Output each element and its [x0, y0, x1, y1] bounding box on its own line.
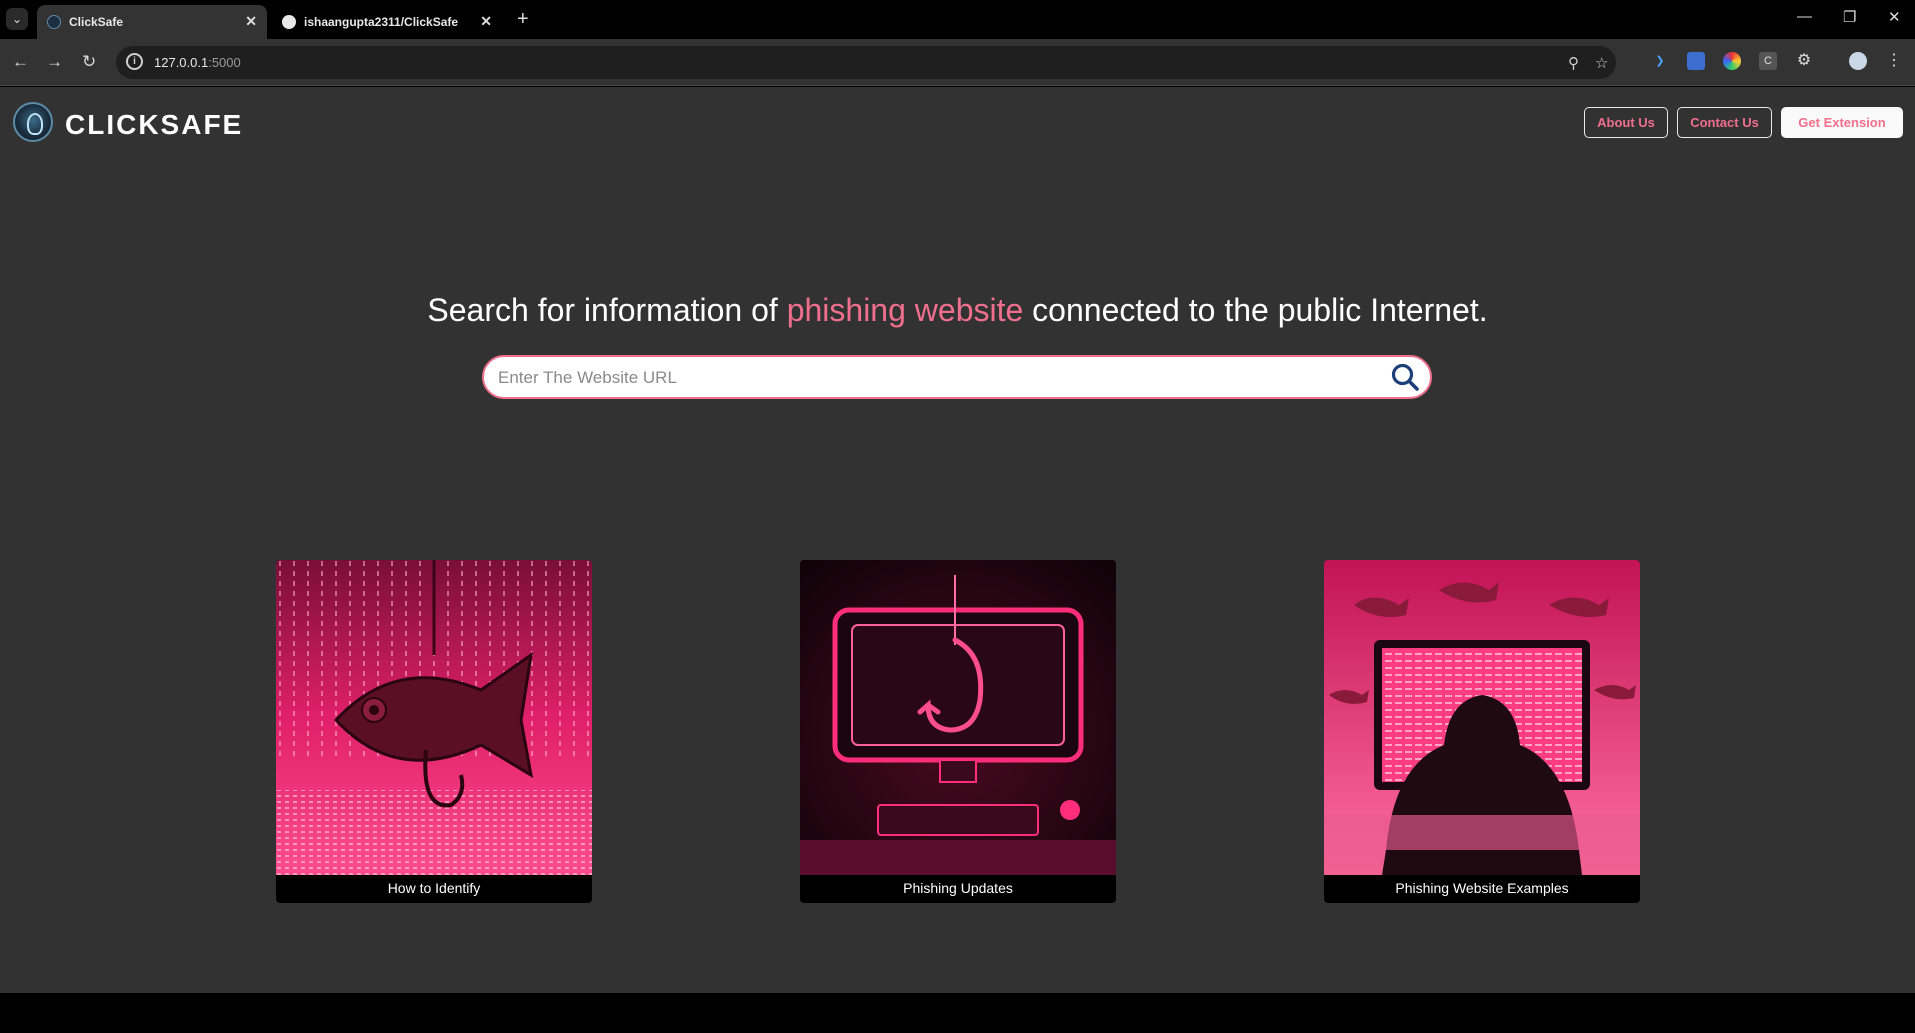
forward-icon[interactable]: →	[46, 52, 63, 72]
browser-menu-icon[interactable]: ⋮	[1885, 52, 1903, 70]
monitor-with-hook-image	[800, 560, 1116, 875]
page-body: CLICKSAFE About Us Contact Us Get Extens…	[0, 87, 1915, 993]
about-us-button[interactable]: About Us	[1584, 107, 1668, 138]
zoom-icon[interactable]: ⚲	[1568, 54, 1579, 72]
card-label[interactable]: Phishing Website Examples	[1324, 880, 1640, 896]
restore-icon[interactable]: ❐	[1843, 8, 1856, 26]
back-icon[interactable]: ←	[12, 52, 29, 72]
hero-headline: Search for information of phishing websi…	[427, 292, 1488, 328]
tab-search-button[interactable]: ⌄	[6, 8, 28, 30]
extension-wave-icon[interactable]: ❯	[1651, 52, 1669, 70]
bottom-strip	[0, 993, 1915, 1033]
clicksafe-logo[interactable]	[13, 102, 53, 142]
tab-clicksafe[interactable]: ClickSafe ✕	[37, 5, 267, 39]
card-phishing-updates[interactable]: Phishing Updates	[800, 560, 1116, 903]
extension-c-icon[interactable]: C	[1759, 52, 1777, 70]
card-label[interactable]: Phishing Updates	[800, 880, 1116, 896]
tab-title: ClickSafe	[69, 15, 124, 29]
clicksafe-favicon-icon	[47, 15, 61, 29]
profile-avatar[interactable]	[1849, 52, 1867, 70]
url-search-input[interactable]	[498, 364, 1358, 392]
address-bar[interactable]: i 127.0.0.1:5000 ⚲ ☆	[116, 46, 1616, 79]
reload-icon[interactable]: ↻	[82, 52, 96, 72]
hooded-hacker-image	[1324, 560, 1640, 875]
browser-tab-bar: ⌄ ClickSafe ✕ ishaangupta2311/ClickSafe …	[0, 0, 1915, 39]
minimize-icon[interactable]: —	[1797, 8, 1812, 25]
headline-accent: phishing website	[786, 292, 1024, 328]
extension-blue-icon[interactable]	[1687, 52, 1705, 70]
site-info-icon[interactable]: i	[126, 53, 143, 70]
card-label[interactable]: How to Identify	[276, 880, 592, 896]
extension-color-icon[interactable]	[1723, 52, 1741, 70]
get-extension-button[interactable]: Get Extension	[1781, 107, 1903, 138]
address-url: 127.0.0.1:5000	[154, 55, 241, 70]
tab-close-icon[interactable]: ✕	[245, 13, 257, 30]
extensions-puzzle-icon[interactable]: ⚙	[1795, 52, 1813, 70]
search-icon[interactable]	[1390, 362, 1420, 392]
card-phishing-website-examples[interactable]: Phishing Website Examples	[1324, 560, 1640, 903]
fish-on-hook-matrix-image	[276, 560, 592, 875]
new-tab-icon[interactable]: +	[517, 9, 529, 29]
card-how-to-identify[interactable]: How to Identify	[276, 560, 592, 903]
tab-close-icon[interactable]: ✕	[480, 13, 492, 30]
bookmark-star-icon[interactable]: ☆	[1595, 54, 1608, 72]
brand-name[interactable]: CLICKSAFE	[65, 109, 243, 141]
contact-us-button[interactable]: Contact Us	[1677, 107, 1772, 138]
browser-toolbar: ← → ↻ i 127.0.0.1:5000 ⚲ ☆	[0, 39, 1915, 86]
github-icon	[282, 15, 296, 29]
tab-github[interactable]: ishaangupta2311/ClickSafe ✕	[272, 5, 502, 39]
tab-title: ishaangupta2311/ClickSafe	[304, 15, 459, 29]
close-window-icon[interactable]: ✕	[1888, 8, 1901, 26]
url-search-box	[482, 355, 1432, 399]
